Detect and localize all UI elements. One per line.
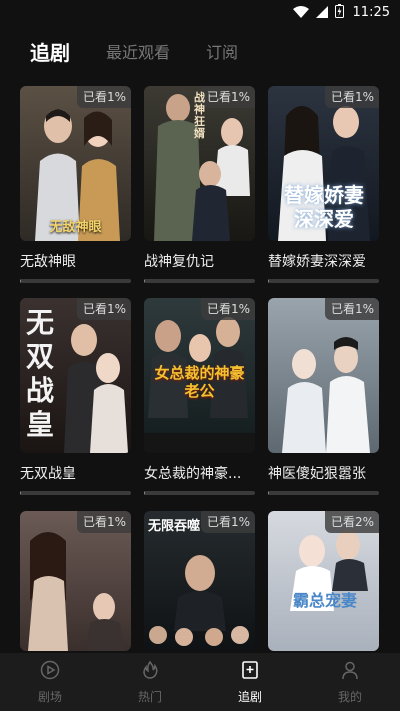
poster-title-text: 无双战皇: [26, 306, 55, 441]
drama-title: 神医傻妃狠嚣张: [268, 466, 366, 482]
drama-card[interactable]: 已看1%: [20, 511, 131, 651]
watch-progress-badge: 已看1%: [76, 86, 131, 108]
drama-card[interactable]: 已看1% 无限吞噬: [144, 511, 255, 651]
play-circle-icon: [40, 660, 60, 684]
poster-title-text: 无限吞噬: [148, 519, 201, 534]
tab-recently-watched[interactable]: 最近观看: [106, 40, 170, 66]
drama-poster[interactable]: 已看1% 战神狂婿: [144, 86, 255, 241]
poster-image: [268, 298, 379, 453]
drama-poster[interactable]: 已看1% 无限吞噬: [144, 511, 255, 651]
drama-poster[interactable]: 已看1% 无敌神眼: [20, 86, 131, 241]
progress-bar: [20, 279, 131, 283]
tab-following[interactable]: 追剧: [30, 40, 70, 66]
watch-progress-badge: 已看1%: [200, 511, 255, 533]
nav-label: 热门: [137, 689, 162, 704]
drama-title: 无敌神眼: [20, 254, 76, 270]
drama-card[interactable]: 已看1% 女总裁的神豪老公 女总裁的神豪...: [144, 298, 255, 495]
drama-poster[interactable]: 已看1%: [20, 511, 131, 651]
progress-bar: [144, 279, 255, 283]
flame-icon: [140, 660, 160, 684]
person-icon: [340, 660, 360, 684]
drama-title: 女总裁的神豪...: [144, 466, 242, 482]
progress-fill: [20, 279, 22, 283]
nav-following[interactable]: 追剧: [200, 653, 300, 711]
poster-title-text: 女总裁的神豪老公: [154, 364, 245, 400]
drama-title: 替嫁娇妻深深爱: [268, 254, 366, 270]
status-time: 11:25: [352, 4, 390, 20]
nav-label: 追剧: [237, 689, 262, 704]
poster-title-text: 战神狂婿: [194, 91, 205, 140]
nav-popular[interactable]: 热门: [100, 653, 200, 711]
progress-fill: [144, 491, 146, 495]
drama-poster[interactable]: 已看1% 替嫁娇妻深深爱: [268, 86, 379, 241]
drama-card[interactable]: 已看1% 替嫁娇妻深深爱 替嫁娇妻深深爱: [268, 86, 379, 283]
drama-title: 无双战皇: [20, 466, 76, 482]
wifi-icon: [292, 3, 309, 22]
poster-title-text: 替嫁娇妻深深爱: [284, 183, 364, 231]
tab-bar: 追剧 最近观看 订阅: [30, 40, 274, 66]
drama-card[interactable]: 已看1% 神医傻妃狠嚣张: [268, 298, 379, 495]
drama-poster[interactable]: 已看2% 霸总宠妻: [268, 511, 379, 651]
progress-fill: [268, 491, 270, 495]
progress-bar: [268, 279, 379, 283]
tab-subscriptions[interactable]: 订阅: [206, 40, 238, 66]
battery-charging-icon: [334, 3, 344, 22]
watch-progress-badge: 已看1%: [200, 86, 255, 108]
drama-title: 战神复仇记: [144, 254, 214, 270]
nav-label: 剧场: [37, 689, 62, 704]
watch-progress-badge: 已看2%: [324, 511, 379, 533]
nav-theater[interactable]: 剧场: [0, 653, 100, 711]
drama-card[interactable]: 已看1% 战神狂婿 战神复仇记: [144, 86, 255, 283]
nav-profile[interactable]: 我的: [300, 653, 400, 711]
poster-title-text: 霸总宠妻: [292, 591, 357, 610]
drama-card[interactable]: 已看1% 无双战皇 无双战皇: [20, 298, 131, 495]
progress-bar: [20, 491, 131, 495]
watch-progress-badge: 已看1%: [76, 298, 131, 320]
poster-title-text: 无敌神眼: [49, 220, 102, 235]
progress-fill: [144, 279, 146, 283]
watch-progress-badge: 已看1%: [324, 86, 379, 108]
drama-card[interactable]: 已看2% 霸总宠妻: [268, 511, 379, 651]
progress-fill: [268, 279, 270, 283]
drama-poster[interactable]: 已看1% 无双战皇: [20, 298, 131, 453]
watch-progress-badge: 已看1%: [76, 511, 131, 533]
nav-label: 我的: [337, 689, 362, 704]
drama-poster[interactable]: 已看1%: [268, 298, 379, 453]
progress-fill: [20, 491, 22, 495]
status-bar: 11:25: [0, 0, 400, 24]
bookmark-plus-icon: [240, 660, 260, 684]
signal-icon: [315, 3, 328, 22]
bottom-navigation: 剧场 热门 追剧 我的: [0, 653, 400, 711]
watch-progress-badge: 已看1%: [324, 298, 379, 320]
progress-bar: [144, 491, 255, 495]
progress-bar: [268, 491, 379, 495]
watch-progress-badge: 已看1%: [200, 298, 255, 320]
drama-poster[interactable]: 已看1% 女总裁的神豪老公: [144, 298, 255, 453]
drama-card[interactable]: 已看1% 无敌神眼 无敌神眼: [20, 86, 131, 283]
